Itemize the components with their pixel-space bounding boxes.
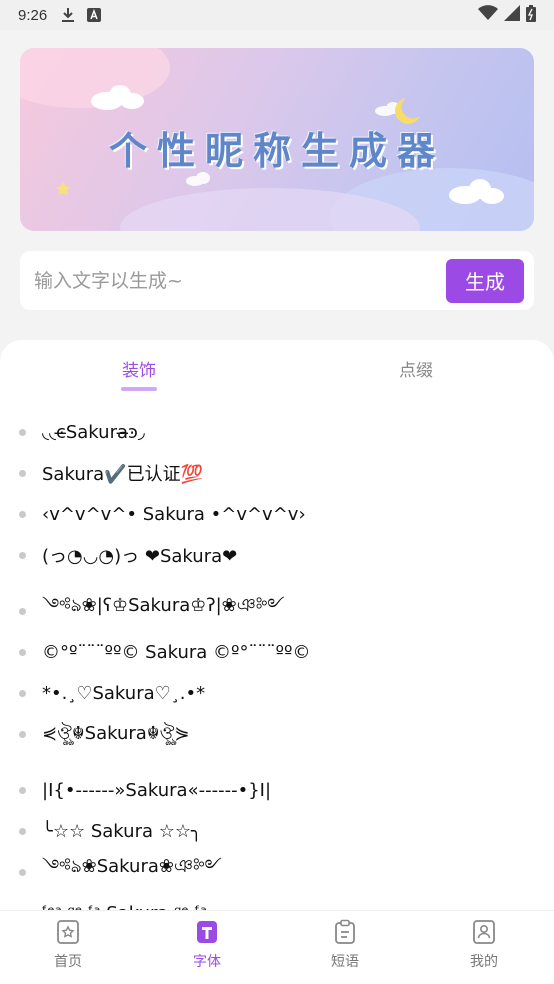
list-item[interactable]: *•.¸♡Sakura♡¸.•* <box>0 673 554 713</box>
nav-profile[interactable]: 我的 <box>444 919 524 971</box>
list-item[interactable]: |I{•------»Sakura«------•}I| <box>0 770 554 810</box>
nickname-text: Sakura✔️已认证💯 <box>42 464 203 485</box>
bullet-dot <box>19 786 26 794</box>
nickname-text: |I{•------»Sakura«------•}I| <box>42 779 272 801</box>
star-icon <box>56 181 71 196</box>
bullet-dot <box>19 551 26 559</box>
nickname-text: ©°º¨¨¨ºº© Sakura ©º°¨¨¨ºº© <box>42 641 311 663</box>
wifi-icon <box>478 5 498 25</box>
bottom-nav: 首页 字体 短语 我的 <box>0 910 554 984</box>
nickname-text: (っ◔◡◔)っ ❤Sakura❤ <box>42 546 238 567</box>
list-item[interactable]: ©°º¨¨¨ºº© Sakura ©º°¨¨¨ºº© <box>0 632 554 672</box>
generate-button[interactable]: 生成 <box>446 258 524 303</box>
list-item[interactable]: ╰☆☆ Sakura ☆☆╮ <box>0 811 554 851</box>
bullet-dot <box>19 868 26 876</box>
list-item[interactable]: ◟◟ͼ̶Sakura̶ͽ◞ <box>0 412 554 452</box>
bullet-dot <box>19 730 26 738</box>
list-item[interactable]: ༺ঌ❀Sakura❀ঞ༻ <box>0 852 554 892</box>
search-bar: 生成 <box>20 251 534 310</box>
bullet-dot <box>19 469 26 477</box>
nickname-text: ‹v^v^v^• Sakura •^v^v^v› <box>42 503 306 525</box>
nickname-text: ◟◟ͼ̶Sakura̶ͽ◞ <box>42 421 145 443</box>
list-item[interactable]: ⋞ঔৣ☬Sakura☬ঔৣ⋟ <box>0 714 554 754</box>
nickname-text: ⋞ঔৣ☬Sakura☬ঔৣ⋟ <box>42 722 190 744</box>
signal-icon <box>504 5 520 25</box>
bullet-dot <box>19 607 26 615</box>
bullet-dot <box>19 648 26 656</box>
clipboard-icon <box>332 919 358 945</box>
nickname-text: ༺ঌ❀Sakura❀ঞ༻ <box>42 856 222 877</box>
active-tab-indicator <box>121 387 157 391</box>
nav-font-label: 字体 <box>193 954 221 970</box>
font-t-icon <box>194 919 220 945</box>
nav-phrases[interactable]: 短语 <box>305 919 385 971</box>
nav-home-label: 首页 <box>54 954 82 970</box>
content-panel: 装饰 点缀 ◟◟ͼ̶Sakura̶ͽ◞ Sakura✔️已认证💯 ‹v^v^v^… <box>0 340 554 984</box>
nickname-text: ༺ঌ❀|ʕ♔Sakura♔ʔ|❀ঞ༻ <box>42 595 285 616</box>
list-item[interactable]: ༺ঌ❀|ʕ♔Sakura♔ʔ|❀ঞ༻ <box>0 591 554 631</box>
tab-decoration[interactable]: 装饰 <box>99 356 179 381</box>
a-box-icon <box>87 8 102 22</box>
status-time: 9:26 <box>18 6 48 24</box>
tab-embellish[interactable]: 点缀 <box>376 356 456 381</box>
nickname-text: ╰☆☆ Sakura ☆☆╮ <box>42 820 202 842</box>
profile-icon <box>471 919 497 945</box>
bullet-dot <box>19 689 26 697</box>
nav-profile-label: 我的 <box>470 954 498 970</box>
nav-font[interactable]: 字体 <box>167 919 247 971</box>
bullet-dot <box>19 510 26 518</box>
nav-phrases-label: 短语 <box>331 954 359 970</box>
star-page-icon <box>55 919 81 945</box>
banner-title: 个性昵称生成器 <box>108 129 445 173</box>
list-item[interactable]: Sakura✔️已认证💯 <box>0 453 554 493</box>
status-bar: 9:26 <box>0 0 554 30</box>
bullet-dot <box>19 428 26 436</box>
download-icon <box>61 7 75 23</box>
list-item[interactable]: (っ◔◡◔)っ ❤Sakura❤ <box>0 535 554 575</box>
header-banner: 个性昵称生成器 <box>20 48 534 231</box>
tab-bar: 装饰 点缀 <box>0 340 554 410</box>
list-item[interactable]: ‹v^v^v^• Sakura •^v^v^v› <box>0 494 554 534</box>
nickname-input[interactable] <box>34 269 446 292</box>
battery-icon <box>526 4 536 26</box>
nav-home[interactable]: 首页 <box>28 919 108 971</box>
nickname-text: *•.¸♡Sakura♡¸.•* <box>42 682 206 704</box>
bullet-dot <box>19 827 26 835</box>
